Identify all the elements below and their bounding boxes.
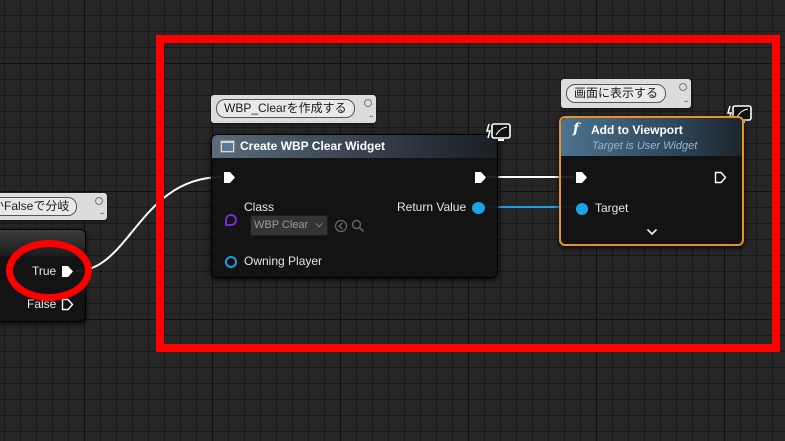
branch-false-exec-pin[interactable] — [61, 298, 74, 311]
highlight-frame — [156, 35, 780, 352]
comment-flag-icon: ▪▪ — [100, 211, 104, 217]
comment-pin-icon[interactable] — [95, 197, 103, 205]
highlight-ring-true-pin — [6, 240, 92, 301]
branch-comment-text: かFalseで分岐 — [0, 197, 78, 216]
branch-comment-bubble: かFalseで分岐 ▪▪ — [0, 193, 107, 220]
